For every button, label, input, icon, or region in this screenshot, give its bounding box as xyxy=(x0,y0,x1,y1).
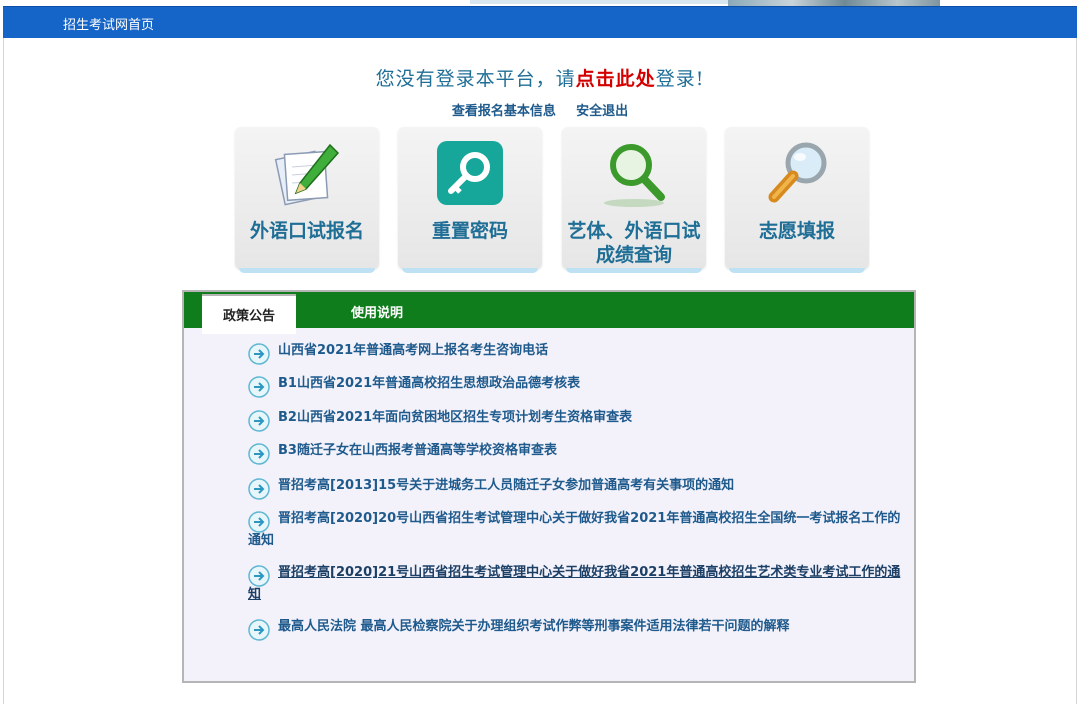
tile-label: 志愿填报 xyxy=(758,220,835,242)
list-item[interactable]: 晋招考高[2020]20号山西省招生考试管理中心关于做好我省2021年普通高校招… xyxy=(248,508,912,552)
arrow-right-icon xyxy=(248,343,270,365)
list-item[interactable]: B2山西省2021年面向贫困地区招生专项计划考生资格审查表 xyxy=(248,407,632,432)
tab-user-guide[interactable]: 使用说明 xyxy=(332,300,422,328)
logout-link[interactable]: 安全退出 xyxy=(576,104,628,119)
arrow-right-icon xyxy=(248,565,270,587)
tile-oral-exam-signup[interactable]: 外语口试报名 xyxy=(235,127,379,273)
list-item[interactable]: B1山西省2021年普通高校招生思想政治品德考核表 xyxy=(248,373,580,398)
list-item[interactable]: 山西省2021年普通高考网上报名考生咨询电话 xyxy=(248,340,548,365)
tile-label-line2: 成绩查询 xyxy=(595,244,672,266)
home-link[interactable]: 招生考试网首页 xyxy=(63,14,154,33)
news-link[interactable]: 山西省2021年普通高考网上报名考生咨询电话 xyxy=(248,340,548,362)
announcement-panel: 政策公告 使用说明 山西省2021年普通高考网上报名考生咨询电话 B1山西省20… xyxy=(182,290,916,683)
news-link[interactable]: 晋招考高[2020]20号山西省招生考试管理中心关于做好我省2021年普通高校招… xyxy=(248,508,912,552)
magnifying-glass-icon xyxy=(768,142,827,203)
notepad-pen-icon xyxy=(274,143,340,206)
login-suffix: 登录! xyxy=(655,68,705,90)
tile-label-line1: 艺体、外语口试 xyxy=(567,220,701,242)
arrow-right-icon xyxy=(248,619,270,641)
magnifier-icon xyxy=(604,144,665,207)
tile-reset-password[interactable]: 重置密码 xyxy=(398,127,542,273)
arrow-right-icon xyxy=(248,410,270,432)
news-link[interactable]: 最高人民法院 最高人民检察院关于办理组织考试作弊等刑事案件适用法律若干问题的解释 xyxy=(248,616,790,638)
login-click-link[interactable]: 点击此处 xyxy=(576,68,656,90)
login-prefix: 您没有登录本平台，请 xyxy=(375,68,576,90)
tile-label: 重置密码 xyxy=(431,220,508,242)
arrow-right-icon xyxy=(248,443,270,465)
view-info-link[interactable]: 查看报名基本信息 xyxy=(452,104,556,119)
news-link[interactable]: B1山西省2021年普通高校招生思想政治品德考核表 xyxy=(248,373,580,395)
login-message: 您没有登录本平台，请点击此处登录! xyxy=(0,64,1080,91)
news-link[interactable]: B3随迁子女在山西报考普通高等学校资格审查表 xyxy=(248,440,557,462)
tile-score-query[interactable]: 艺体、外语口试 成绩查询 xyxy=(562,127,706,273)
list-item[interactable]: 晋招考高[2020]21号山西省招生考试管理中心关于做好我省2021年普通高校招… xyxy=(248,562,912,606)
list-item[interactable]: 晋招考高[2013]15号关于进城务工人员随迁子女参加普通高考有关事项的通知 xyxy=(248,475,734,500)
news-link[interactable]: B2山西省2021年面向贫困地区招生专项计划考生资格审查表 xyxy=(248,407,632,429)
nav-bar: 招生考试网首页 xyxy=(3,6,1077,38)
news-link[interactable]: 晋招考高[2013]15号关于进城务工人员随迁子女参加普通高考有关事项的通知 xyxy=(248,475,734,497)
banner-sky xyxy=(470,0,730,4)
tile-application-fill[interactable]: 志愿填报 xyxy=(725,127,869,273)
arrow-right-icon xyxy=(248,511,270,533)
arrow-right-icon xyxy=(248,376,270,398)
tab-bar: 政策公告 使用说明 xyxy=(184,292,914,334)
sub-links: 查看报名基本信息 安全退出 xyxy=(0,100,1080,119)
tile-label: 外语口试报名 xyxy=(249,220,364,242)
list-item[interactable]: 最高人民法院 最高人民检察院关于办理组织考试作弊等刑事案件适用法律若干问题的解释 xyxy=(248,616,790,641)
tab-policy-notice[interactable]: 政策公告 xyxy=(202,294,296,334)
news-link[interactable]: 晋招考高[2020]21号山西省招生考试管理中心关于做好我省2021年普通高校招… xyxy=(248,562,912,606)
list-item[interactable]: B3随迁子女在山西报考普通高等学校资格审查表 xyxy=(248,440,557,465)
key-icon xyxy=(437,141,503,205)
arrow-right-icon xyxy=(248,478,270,500)
tile-label: 艺体、外语口试 成绩查询 xyxy=(562,219,706,267)
